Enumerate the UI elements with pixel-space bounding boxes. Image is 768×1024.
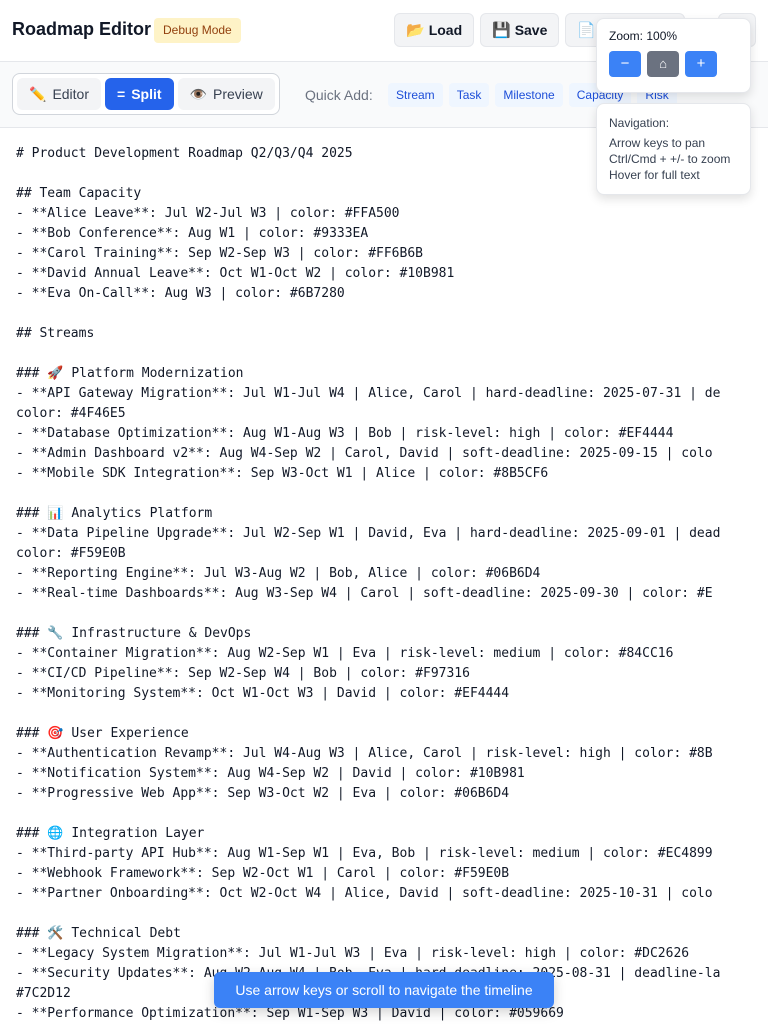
editor-line: - **Partner Onboarding**: Oct W2-Oct W4 … [16,886,713,901]
quick-add-milestone[interactable]: Milestone [495,83,563,107]
quick-add-task[interactable]: Task [448,83,490,107]
split-mode-button[interactable]: = Split [105,78,174,110]
eye-icon: 👁️ [189,85,207,102]
editor-line: - **Eva On-Call**: Aug W3 | color: #6B72… [16,286,345,301]
zoom-reset-button[interactable]: ⌂ [647,51,679,77]
app-title: Roadmap Editor [12,19,152,39]
editor-line: ### 🔧 Infrastructure & DevOps [16,626,252,641]
quick-add-stream[interactable]: Stream [388,83,443,107]
editor-mode-button[interactable]: ✏️ Editor [17,78,102,110]
editor-line: - **Alice Leave**: Jul W2-Jul W3 | color… [16,206,400,221]
zoom-in-button[interactable]: + [685,51,717,77]
preview-mode-button[interactable]: 👁️ Preview [177,78,275,110]
split-mode-label: Split [131,86,162,102]
zoom-out-button[interactable]: − [609,51,641,77]
editor-line: - **Notification System**: Aug W4-Sep W2… [16,766,525,781]
editor-line: ### 🎯 User Experience [16,726,189,741]
navigation-title: Navigation: [609,116,670,130]
editor-text[interactable]: # Product Development Roadmap Q2/Q3/Q4 2… [16,144,768,1024]
editor-line: - **Bob Conference**: Aug W1 | color: #9… [16,226,369,241]
editor-line: - **Real-time Dashboards**: Aug W3-Sep W… [16,586,713,601]
editor-line: - **Reporting Engine**: Jul W3-Aug W2 | … [16,566,541,581]
pencil-icon: ✏️ [29,85,47,102]
editor-mode-label: Editor [52,86,90,102]
quick-add-label: Quick Add: [305,87,373,103]
editor-line: ### 🌐 Integration Layer [16,826,205,841]
editor-line: - **API Gateway Migration**: Jul W1-Jul … [16,386,721,401]
zoom-panel: Zoom: 100% − ⌂ + [596,18,751,93]
editor-line: - **Admin Dashboard v2**: Aug W4-Sep W2 … [16,446,713,461]
editor-line: - **Data Pipeline Upgrade**: Jul W2-Sep … [16,526,721,541]
editor-line: ### 🛠️ Technical Debt [16,926,181,941]
editor-line: - **Webhook Framework**: Sep W2-Oct W1 |… [16,866,510,881]
load-button-label: Load [428,22,463,38]
editor-line: ### 🚀 Platform Modernization [16,366,244,381]
navigation-hint: Hover for full text [609,168,700,182]
document-icon: 📄 [577,22,596,39]
navigation-hint: Ctrl/Cmd + +/- to zoom [609,152,731,166]
editor-line: - **Third-party API Hub**: Aug W1-Sep W1… [16,846,713,861]
editor-line: - **Container Migration**: Aug W2-Sep W1… [16,646,674,661]
editor-line: - **Monitoring System**: Oct W1-Oct W3 |… [16,686,510,701]
floppy-disk-icon: 💾 [492,22,511,39]
editor-line: - **Carol Training**: Sep W2-Sep W3 | co… [16,246,423,261]
zoom-level: Zoom: 100% [609,29,678,43]
preview-mode-label: Preview [212,86,263,102]
editor-line: - **Authentication Revamp**: Jul W4-Aug … [16,746,713,761]
load-button[interactable]: 📂 Load [394,13,475,47]
view-mode-toggle: ✏️ Editor = Split 👁️ Preview [12,73,280,115]
editor-line: ### 📊 Analytics Platform [16,506,213,521]
editor-line: - **Progressive Web App**: Sep W3-Oct W2… [16,786,510,801]
editor-line: color: #F59E0B [16,546,126,561]
debug-mode-badge: Debug Mode [154,18,241,43]
navigation-toast: Use arrow keys or scroll to navigate the… [214,972,554,1008]
editor-line: color: #4F46E5 [16,406,126,421]
navigation-help-panel: Navigation: Arrow keys to pan Ctrl/Cmd +… [596,103,751,195]
navigation-hint: Arrow keys to pan [609,136,706,150]
editor-line: - **CI/CD Pipeline**: Sep W2-Sep W4 | Bo… [16,666,470,681]
folder-icon: 📂 [406,22,425,39]
split-icon: = [117,86,126,102]
editor-line: - **Database Optimization**: Aug W1-Aug … [16,426,674,441]
editor-line: ## Streams [16,326,95,341]
save-button[interactable]: 💾 Save [480,13,560,47]
editor-line: - **David Annual Leave**: Oct W1-Oct W2 … [16,266,455,281]
markdown-editor[interactable]: # Product Development Roadmap Q2/Q3/Q4 2… [0,128,768,1024]
save-button-label: Save [514,22,548,38]
editor-line: - **Legacy System Migration**: Jul W1-Ju… [16,946,690,961]
editor-line: - **Mobile SDK Integration**: Sep W3-Oct… [16,466,549,481]
